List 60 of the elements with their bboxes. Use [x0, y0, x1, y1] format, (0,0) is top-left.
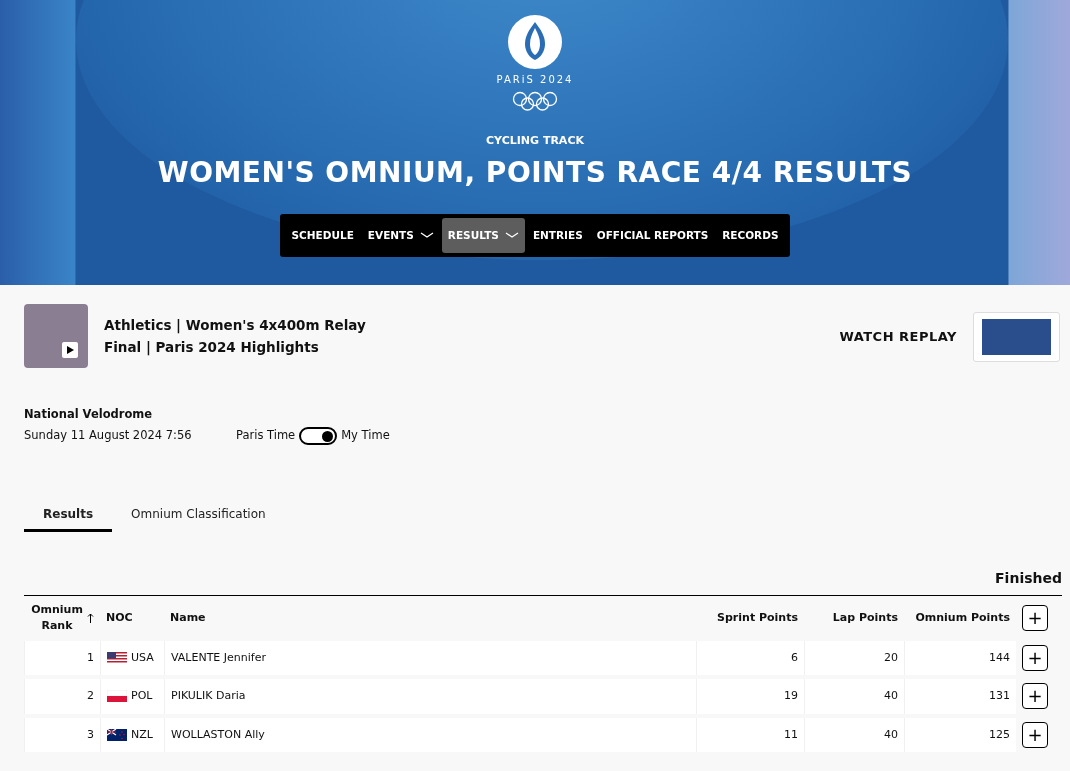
column-header[interactable]: Omnium Rank	[30, 601, 84, 635]
play-icon	[66, 346, 74, 354]
sport-label: CYCLING TRACK	[486, 133, 584, 149]
nav-item[interactable]: OFFICIAL REPORTS	[590, 217, 715, 254]
expand-row-button[interactable]: +	[1022, 721, 1048, 748]
nav-item[interactable]: ENTRIES	[526, 217, 589, 254]
rank-cell: 1	[87, 650, 94, 664]
rank-cell: 2	[87, 689, 94, 702]
nav-item[interactable]: SCHEDULE	[285, 217, 360, 254]
noc-code: NZL	[131, 726, 153, 743]
venue-name: National Velodrome	[24, 406, 154, 423]
points-value: 144	[989, 650, 1010, 664]
status-label: Finished	[994, 568, 1062, 588]
nav-item[interactable]: RESULTS	[441, 217, 525, 254]
column-header[interactable]: Sprint Points	[717, 610, 798, 624]
tab[interactable]: Results	[24, 498, 113, 532]
flag-icon	[107, 690, 127, 703]
points-value: 20	[884, 650, 898, 664]
chevron-down-icon	[419, 232, 434, 239]
nav-item[interactable]: RECORDS	[716, 217, 785, 254]
logo-text: PARiS 2024	[496, 73, 574, 87]
column-header[interactable]: Lap Points	[832, 610, 898, 624]
points-value: 40	[884, 727, 898, 741]
sort-arrow-icon[interactable]	[87, 612, 94, 624]
replay-thumbnail[interactable]	[973, 312, 1060, 362]
watch-replay-link[interactable]: WATCH REPLAY	[839, 327, 957, 347]
athlete-name[interactable]: WOLLASTON Ally	[171, 727, 265, 741]
event-date: Sunday 11 August 2024 7:56	[24, 427, 193, 445]
video-title[interactable]: Final | Paris 2024 Highlights	[104, 336, 366, 358]
flag-icon	[107, 728, 127, 741]
time-option-label: Paris Time	[236, 426, 296, 444]
video-thumbnail[interactable]	[24, 304, 88, 368]
thumbnail-image	[982, 319, 1051, 355]
noc-code: POL	[131, 688, 153, 704]
rank-cell: 3	[87, 727, 94, 741]
time-option-label: My Time	[341, 426, 390, 444]
expand-all-button[interactable]: +	[1022, 605, 1048, 631]
nav-item[interactable]: EVENTS	[361, 217, 440, 254]
points-value: 6	[791, 650, 798, 664]
flag-icon	[107, 651, 127, 664]
page-title: WOMEN'S OMNIUM, POINTS RACE 4/4 RESULTS	[157, 154, 913, 191]
column-header[interactable]: Omnium Points	[915, 610, 1010, 624]
points-value: 131	[989, 689, 1010, 702]
tab[interactable]: Omnium Classification	[112, 498, 285, 532]
athlete-name[interactable]: VALENTE Jennifer	[171, 650, 266, 664]
points-value: 40	[884, 689, 898, 702]
points-value: 125	[989, 727, 1010, 741]
expand-row-button[interactable]: +	[1022, 644, 1048, 671]
points-value: 11	[784, 727, 798, 741]
column-header[interactable]: Name	[170, 610, 206, 624]
athlete-name[interactable]: PIKULIK Daria	[171, 689, 246, 702]
column-header[interactable]: NOC	[106, 610, 133, 624]
points-value: 19	[784, 689, 798, 702]
noc-code: USA	[131, 649, 154, 666]
chevron-down-icon	[504, 232, 519, 239]
video-title[interactable]: Athletics | Women's 4x400m Relay	[104, 314, 366, 336]
flame-logo-icon	[507, 14, 563, 70]
expand-row-button[interactable]: +	[1022, 683, 1048, 710]
time-toggle[interactable]	[299, 426, 338, 445]
olympic-rings-icon	[512, 91, 558, 111]
